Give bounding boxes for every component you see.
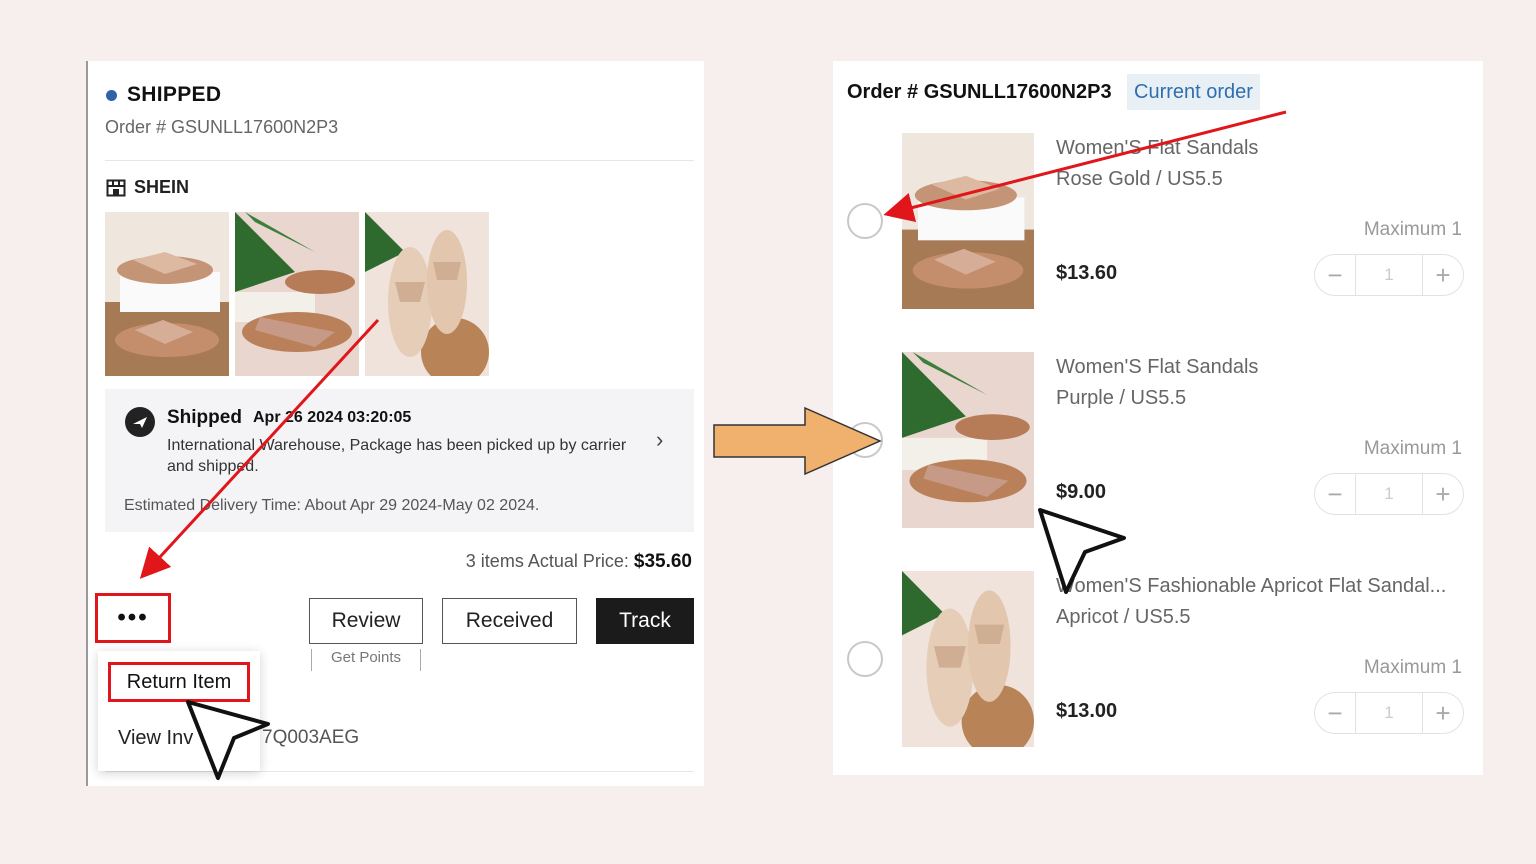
order-detail-panel: SHIPPED Order # GSUNLL17600N2P3 SHEIN Sh… bbox=[86, 61, 704, 786]
shipping-plane-icon bbox=[125, 407, 155, 437]
return-item-row: Women'S Fashionable Apricot Flat Sandal.… bbox=[833, 571, 1483, 751]
shipment-status-box[interactable]: Shipped Apr 26 2024 03:20:05 Internation… bbox=[105, 389, 694, 532]
plus-icon[interactable]: + bbox=[1422, 692, 1464, 734]
return-items-panel: Order # GSUNLL17600N2P3 Current order Wo… bbox=[833, 61, 1483, 775]
return-item-menu-item[interactable]: Return Item bbox=[108, 662, 250, 702]
status-dot-icon bbox=[106, 89, 117, 101]
order-number: Order # GSUNLL17600N2P3 bbox=[847, 81, 1112, 103]
quantity-value[interactable]: 1 bbox=[1356, 692, 1422, 734]
shipment-date: Apr 26 2024 03:20:05 bbox=[253, 409, 412, 426]
order-status: SHIPPED bbox=[106, 83, 221, 107]
minus-icon[interactable]: − bbox=[1314, 254, 1356, 296]
item-max-qty: Maximum 1 bbox=[1363, 657, 1462, 678]
current-order-badge: Current order bbox=[1127, 74, 1260, 110]
product-thumbnail[interactable] bbox=[105, 212, 229, 376]
quantity-stepper: − 1 + bbox=[1314, 473, 1464, 515]
minus-icon[interactable]: − bbox=[1314, 473, 1356, 515]
item-name: Women'S Flat Sandals bbox=[1056, 356, 1259, 378]
price-value: $35.60 bbox=[633, 551, 692, 572]
product-image bbox=[902, 352, 1034, 528]
shipment-description: International Warehouse, Package has bee… bbox=[167, 437, 627, 475]
track-button[interactable]: Track bbox=[596, 598, 694, 644]
product-image bbox=[902, 571, 1034, 747]
get-points-label: Get Points bbox=[311, 649, 421, 671]
store-row[interactable]: SHEIN bbox=[106, 177, 189, 198]
item-price: $9.00 bbox=[1056, 481, 1107, 503]
order-number: Order # GSUNLL17600N2P3 bbox=[105, 117, 339, 137]
item-max-qty: Maximum 1 bbox=[1363, 438, 1462, 459]
quantity-value[interactable]: 1 bbox=[1356, 254, 1422, 296]
view-invoice-menu-item[interactable]: View Inv bbox=[118, 727, 193, 750]
product-image bbox=[902, 133, 1034, 309]
product-thumbnail[interactable] bbox=[235, 212, 359, 376]
item-select-radio[interactable] bbox=[847, 641, 883, 677]
estimated-delivery: Estimated Delivery Time: About Apr 29 20… bbox=[124, 497, 540, 514]
chevron-right-icon[interactable]: › bbox=[656, 427, 663, 453]
quantity-stepper: − 1 + bbox=[1314, 692, 1464, 734]
item-price: $13.00 bbox=[1056, 700, 1118, 722]
shipment-title: Shipped bbox=[167, 407, 242, 428]
store-icon bbox=[106, 179, 126, 196]
status-label: SHIPPED bbox=[127, 83, 222, 106]
item-variant: Rose Gold / US5.5 bbox=[1056, 168, 1223, 190]
received-button[interactable]: Received bbox=[442, 598, 577, 644]
return-item-row: Women'S Flat Sandals Rose Gold / US5.5 M… bbox=[833, 133, 1483, 313]
divider bbox=[105, 771, 694, 772]
actual-price: 3 items Actual Price: $35.60 bbox=[466, 551, 692, 573]
price-label: 3 items Actual Price: bbox=[465, 551, 634, 571]
item-max-qty: Maximum 1 bbox=[1363, 219, 1462, 240]
invoice-number: 7Q003AEG bbox=[262, 727, 360, 748]
more-options-menu: Return Item View Inv bbox=[98, 651, 260, 771]
item-name: Women'S Flat Sandals bbox=[1056, 137, 1259, 159]
more-options-button[interactable]: ••• bbox=[95, 593, 171, 643]
minus-icon[interactable]: − bbox=[1314, 692, 1356, 734]
item-variant: Purple / US5.5 bbox=[1056, 387, 1187, 409]
item-price: $13.60 bbox=[1056, 262, 1118, 284]
plus-icon[interactable]: + bbox=[1422, 254, 1464, 296]
quantity-stepper: − 1 + bbox=[1314, 254, 1464, 296]
item-name: Women'S Fashionable Apricot Flat Sandal.… bbox=[1056, 575, 1447, 597]
item-variant: Apricot / US5.5 bbox=[1056, 606, 1191, 628]
return-item-row: Women'S Flat Sandals Purple / US5.5 Maxi… bbox=[833, 352, 1483, 532]
quantity-value[interactable]: 1 bbox=[1356, 473, 1422, 515]
store-name: SHEIN bbox=[134, 177, 190, 197]
review-button[interactable]: Review bbox=[309, 598, 423, 644]
item-select-radio[interactable] bbox=[847, 203, 883, 239]
product-thumbnail[interactable] bbox=[365, 212, 489, 376]
plus-icon[interactable]: + bbox=[1422, 473, 1464, 515]
item-select-radio[interactable] bbox=[847, 422, 883, 458]
divider bbox=[105, 160, 694, 161]
